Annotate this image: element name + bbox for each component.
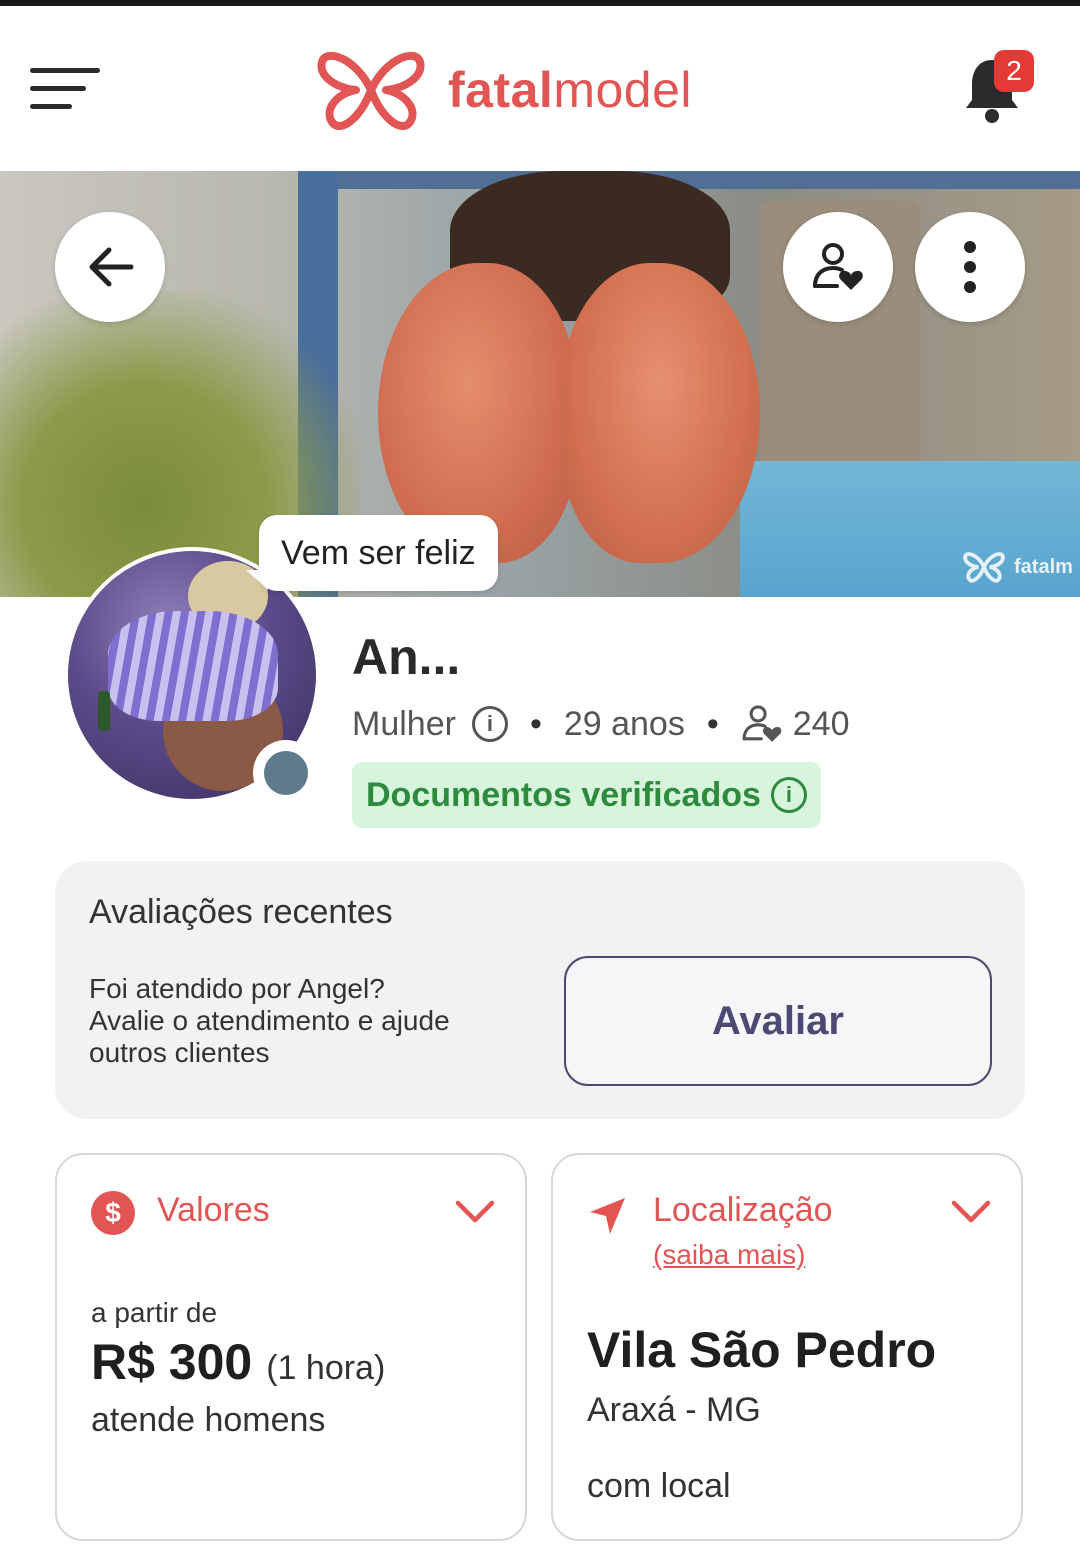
butterfly-logo-icon: [317, 51, 425, 130]
avatar-detail: [98, 691, 110, 731]
recent-reviews-card: Avaliações recentes Foi atendido por Ang…: [55, 861, 1025, 1119]
reviews-prompt-line: Foi atendido por Angel?: [89, 973, 385, 1004]
verified-label: Documentos verificados: [366, 775, 761, 814]
prices-title: Valores: [157, 1191, 270, 1229]
navigation-arrow-icon: [590, 1198, 625, 1234]
notification-badge[interactable]: 2: [994, 50, 1034, 92]
price-unit: (1 hora): [266, 1349, 386, 1387]
brand-logo[interactable]: fatalmodel: [316, 48, 692, 132]
chevron-down-icon[interactable]: [455, 1199, 495, 1225]
price: R$ 300 (1 hora): [91, 1333, 385, 1391]
follow-button[interactable]: [783, 212, 893, 322]
reviews-title: Avaliações recentes: [89, 893, 393, 931]
reviews-prompt-line: Avalie o atendimento e ajude outros clie…: [89, 1005, 450, 1068]
status-message: Vem ser feliz: [259, 515, 498, 591]
follow-heart-icon: [813, 243, 863, 290]
online-status-indicator: [253, 740, 319, 806]
prices-card[interactable]: $ Valores a partir de R$ 300 (1 hora) at…: [55, 1153, 527, 1541]
follower-heart-icon: [742, 705, 782, 742]
location-card[interactable]: Localização (saiba mais) Vila São Pedro …: [551, 1153, 1023, 1541]
cover-photo[interactable]: fatalm: [0, 171, 1080, 597]
info-icon[interactable]: i: [770, 777, 807, 813]
neighborhood-name: Vila São Pedro: [587, 1322, 937, 1378]
dollar-icon: $: [91, 1191, 135, 1235]
menu-icon[interactable]: [30, 64, 102, 114]
gender-label: Mulher: [352, 704, 456, 743]
audience-label: atende homens: [91, 1401, 326, 1439]
online-status-dot: [264, 751, 308, 795]
more-vertical-icon: [964, 241, 976, 293]
rate-button[interactable]: Avaliar: [564, 956, 992, 1086]
price-amount: R$ 300: [91, 1334, 253, 1390]
age-label: 29 anos: [563, 704, 685, 743]
separator-dot: •: [529, 704, 542, 743]
watermark-logo-icon: [963, 552, 1005, 583]
followers-count: 240: [792, 704, 850, 743]
learn-more-link[interactable]: (saiba mais): [653, 1239, 805, 1271]
city-label: Araxá - MG: [587, 1391, 761, 1429]
reviews-prompt: Foi atendido por Angel? Avalie o atendim…: [89, 973, 529, 1069]
separator-dot: •: [706, 704, 719, 743]
info-icon[interactable]: i: [471, 706, 508, 742]
cover-watermark: fatalm: [962, 551, 1073, 583]
watermark-text: fatalm: [1014, 555, 1073, 578]
verified-badge[interactable]: Documentos verificados i: [352, 762, 821, 828]
location-title: Localização: [653, 1191, 833, 1229]
price-from-label: a partir de: [91, 1297, 218, 1328]
profile-meta: Mulher i • 29 anos • 240: [352, 700, 849, 748]
brand-wordmark: fatalmodel: [448, 62, 692, 118]
chevron-down-icon[interactable]: [951, 1199, 991, 1225]
cover-figure: [560, 263, 760, 563]
app-header: fatalmodel 2: [0, 6, 1080, 171]
profile-name: An...: [352, 629, 461, 685]
venue-label: com local: [587, 1467, 731, 1505]
back-button[interactable]: [55, 212, 165, 322]
more-options-button[interactable]: [915, 212, 1025, 322]
avatar-detail: [108, 611, 278, 721]
back-arrow-icon: [89, 247, 134, 287]
